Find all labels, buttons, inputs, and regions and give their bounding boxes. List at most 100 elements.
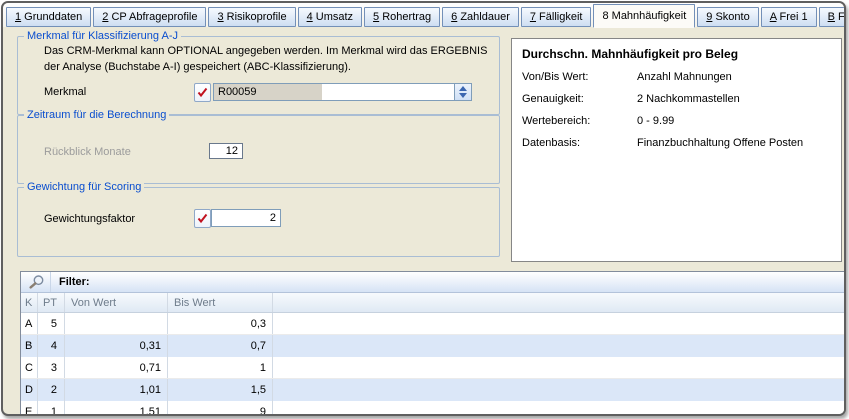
red-check-icon xyxy=(197,213,208,224)
cell-von xyxy=(65,313,168,334)
info-value-von-bis: Anzahl Mahnungen xyxy=(637,71,732,83)
rueckblick-monate-label: Rückblick Monate xyxy=(44,146,131,158)
tab-accel: B xyxy=(828,11,835,23)
info-label-wertebereich: Wertebereich: xyxy=(522,115,637,127)
tab-label: Frei 1 xyxy=(776,11,807,23)
tab-label: Skonto xyxy=(712,11,749,23)
cell-filler xyxy=(273,335,846,357)
combo-empty-area xyxy=(322,84,454,100)
col-header-pt[interactable]: PT xyxy=(38,293,65,312)
info-label-genauigkeit: Genauigkeit: xyxy=(522,93,637,105)
cell-von: 0,31 xyxy=(65,335,168,357)
tab-mahnhaeufigkeit[interactable]: 8 Mahnhäufigkeit xyxy=(593,4,695,28)
spinner-down-icon[interactable] xyxy=(459,93,467,98)
cell-bis: 9 xyxy=(168,401,273,416)
group-gewichtung: Gewichtung für Scoring Gewichtungsfaktor xyxy=(17,187,500,257)
cell-bis: 0,7 xyxy=(168,335,273,357)
info-row: Wertebereich: 0 - 9.99 xyxy=(522,115,841,127)
group-title: Gewichtung für Scoring xyxy=(24,180,144,194)
tab-zahldauer[interactable]: 6 Zahldauer xyxy=(442,7,519,27)
cell-von: 1,51 xyxy=(65,401,168,416)
cell-pt: 3 xyxy=(38,357,65,378)
magnifier-icon xyxy=(27,274,45,290)
tab-risikoprofile[interactable]: 3 Risikoprofile xyxy=(208,7,295,27)
filter-row[interactable]: Filter: xyxy=(21,272,846,293)
gewichtungsfaktor-input[interactable] xyxy=(211,209,281,227)
cell-k: E xyxy=(21,401,38,416)
cell-k: A xyxy=(21,313,38,334)
tab-label: Grunddaten xyxy=(21,11,82,23)
tab-label: Fälligkeit xyxy=(536,11,582,23)
info-label-von-bis: Von/Bis Wert: xyxy=(522,71,637,83)
description-line-2: der Analyse (Buchstabe A-I) gespeichert … xyxy=(44,61,351,73)
group-merkmal-klassifizierung: Merkmal für Klassifizierung A-J Das CRM-… xyxy=(17,36,500,115)
merkmal-value[interactable]: R00059 xyxy=(214,84,322,100)
tab-umsatz[interactable]: 4 Umsatz xyxy=(298,7,362,27)
app-window: 1 Grunddaten 2 CP Abfrageprofile 3 Risik… xyxy=(1,1,846,416)
tab-label: CP Abfrageprofile xyxy=(108,11,197,23)
rueckblick-monate-input[interactable] xyxy=(209,143,243,159)
magnifier-icon-cell[interactable] xyxy=(21,272,51,292)
filter-label: Filter: xyxy=(59,276,90,288)
tab-frei-1[interactable]: A Frei 1 xyxy=(761,7,817,27)
table-row-d[interactable]: D 2 1,01 1,5 xyxy=(21,379,846,401)
cell-pt: 2 xyxy=(38,379,65,401)
table-row-b[interactable]: B 4 0,31 0,7 xyxy=(21,335,846,357)
col-header-bis-wert[interactable]: Bis Wert xyxy=(168,293,273,312)
table-row-e[interactable]: E 1 1,51 9 xyxy=(21,401,846,416)
cell-filler xyxy=(273,313,846,334)
description-line-1: Das CRM-Merkmal kann OPTIONAL angegeben … xyxy=(44,45,487,57)
tab-faelligkeit[interactable]: 7 Fälligkeit xyxy=(521,7,592,27)
tab-label: Rohertrag xyxy=(379,11,431,23)
info-row: Von/Bis Wert: Anzahl Mahnungen xyxy=(522,71,841,83)
cell-pt: 4 xyxy=(38,335,65,357)
tab-label: Mahnhäufigkeit xyxy=(609,10,687,22)
merkmal-combobox[interactable]: R00059 xyxy=(213,83,472,101)
cell-bis: 1,5 xyxy=(168,379,273,401)
tab-label: Zahldauer xyxy=(457,11,510,23)
info-value-datenbasis: Finanzbuchhaltung Offene Posten xyxy=(637,137,803,149)
col-header-k[interactable]: K xyxy=(21,293,38,312)
tab-grunddaten[interactable]: 1 Grunddaten xyxy=(6,7,91,27)
info-panel-title: Durchschn. Mahnhäufigkeit pro Beleg xyxy=(522,47,841,61)
classification-grid: Filter: K PT Von Wert Bis Wert A 5 0,3 B… xyxy=(20,271,846,416)
cell-k: B xyxy=(21,335,38,357)
info-row: Datenbasis: Finanzbuchhaltung Offene Pos… xyxy=(522,137,841,149)
spinner-up-icon[interactable] xyxy=(459,86,467,91)
cell-bis: 1 xyxy=(168,357,273,378)
tab-label: Frei 2 xyxy=(835,11,846,23)
col-header-filler xyxy=(273,293,846,312)
tab-label: Umsatz xyxy=(313,11,353,23)
table-row-a[interactable]: A 5 0,3 xyxy=(21,313,846,335)
red-check-icon xyxy=(197,87,208,98)
cell-pt: 5 xyxy=(38,313,65,334)
group-title: Zeitraum für die Berechnung xyxy=(24,108,169,122)
tab-bar: 1 Grunddaten 2 CP Abfrageprofile 3 Risik… xyxy=(3,3,844,27)
info-panel: Durchschn. Mahnhäufigkeit pro Beleg Von/… xyxy=(511,38,842,262)
cell-pt: 1 xyxy=(38,401,65,416)
gewichtungsfaktor-label: Gewichtungsfaktor xyxy=(44,213,135,225)
tab-frei-2[interactable]: B Frei 2 xyxy=(819,7,846,27)
tab-skonto[interactable]: 9 Skonto xyxy=(697,7,758,27)
cell-filler xyxy=(273,357,846,378)
cell-filler xyxy=(273,379,846,401)
gewichtungsfaktor-note-check-icon[interactable] xyxy=(194,209,211,228)
info-value-genauigkeit: 2 Nachkommastellen xyxy=(637,93,740,105)
merkmal-note-check-icon[interactable] xyxy=(194,83,211,102)
table-row-c[interactable]: C 3 0,71 1 xyxy=(21,357,846,379)
tab-cp-abfrageprofile[interactable]: 2 CP Abfrageprofile xyxy=(93,7,206,27)
cell-k: D xyxy=(21,379,38,401)
col-header-von-wert[interactable]: Von Wert xyxy=(65,293,168,312)
info-row: Genauigkeit: 2 Nachkommastellen xyxy=(522,93,841,105)
cell-k: C xyxy=(21,357,38,378)
cell-von: 0,71 xyxy=(65,357,168,378)
cell-filler xyxy=(273,401,846,416)
info-label-datenbasis: Datenbasis: xyxy=(522,137,637,149)
cell-bis: 0,3 xyxy=(168,313,273,334)
group-title: Merkmal für Klassifizierung A-J xyxy=(24,29,181,43)
cell-von: 1,01 xyxy=(65,379,168,401)
tab-rohertrag[interactable]: 5 Rohertrag xyxy=(364,7,440,27)
merkmal-label: Merkmal xyxy=(44,86,86,98)
info-value-wertebereich: 0 - 9.99 xyxy=(637,115,674,127)
merkmal-spinner[interactable] xyxy=(454,84,471,100)
